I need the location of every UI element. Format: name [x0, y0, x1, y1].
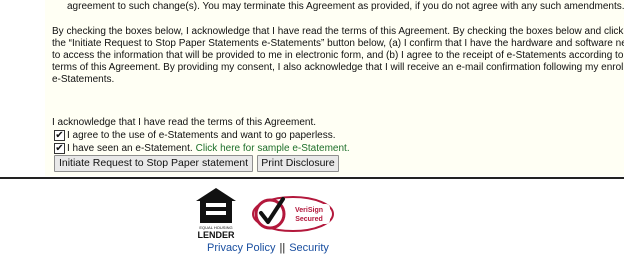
- paperless-consent-row: ✔ I agree to the use of e-Statements and…: [54, 130, 336, 141]
- initiate-request-button[interactable]: Initiate Request to Stop Paper statement: [54, 155, 253, 172]
- seen-estatement-checkbox-label: I have seen an e-Statement.: [67, 143, 193, 154]
- print-disclosure-button[interactable]: Print Disclosure: [257, 155, 339, 172]
- paperless-checkbox-label: I agree to the use of e-Statements and w…: [67, 130, 336, 141]
- security-link[interactable]: Security: [289, 242, 329, 254]
- svg-text:VeriSign: VeriSign: [295, 207, 323, 214]
- agreement-amendment-text: agreement to such change(s). You may ter…: [67, 1, 624, 12]
- footer-divider: [0, 177, 624, 179]
- verisign-secured-icon: VeriSign Secured: [250, 193, 336, 240]
- footer-links: Privacy Policy || Security: [207, 242, 329, 254]
- sample-estatement-link[interactable]: Click here for sample e-Statement.: [196, 143, 350, 154]
- seen-estatement-row: ✔ I have seen an e-Statement. Click here…: [54, 143, 350, 154]
- paperless-checkbox[interactable]: ✔: [54, 130, 65, 141]
- footer-separator: ||: [279, 242, 286, 254]
- svg-text:Secured: Secured: [295, 216, 323, 223]
- equal-housing-lender-icon: EQUAL HOUSING LENDER: [194, 187, 238, 244]
- consent-text-line: terms of this Agreement. By providing my…: [52, 62, 624, 73]
- svg-text:LENDER: LENDER: [197, 230, 235, 239]
- seen-estatement-checkbox[interactable]: ✔: [54, 143, 65, 154]
- check-icon: ✔: [55, 142, 64, 154]
- check-icon: ✔: [55, 129, 64, 141]
- agreement-panel: agreement to such change(s). You may ter…: [45, 0, 624, 176]
- consent-text-line: to access the information that will be p…: [52, 50, 624, 61]
- consent-text-line: e-Statements.: [52, 74, 115, 85]
- consent-text-line: the “Initiate Request to Stop Paper Stat…: [52, 38, 624, 49]
- acknowledge-text: I acknowledge that I have read the terms…: [52, 117, 317, 128]
- consent-text-line: By checking the boxes below, I acknowled…: [52, 26, 624, 37]
- privacy-policy-link[interactable]: Privacy Policy: [207, 242, 275, 254]
